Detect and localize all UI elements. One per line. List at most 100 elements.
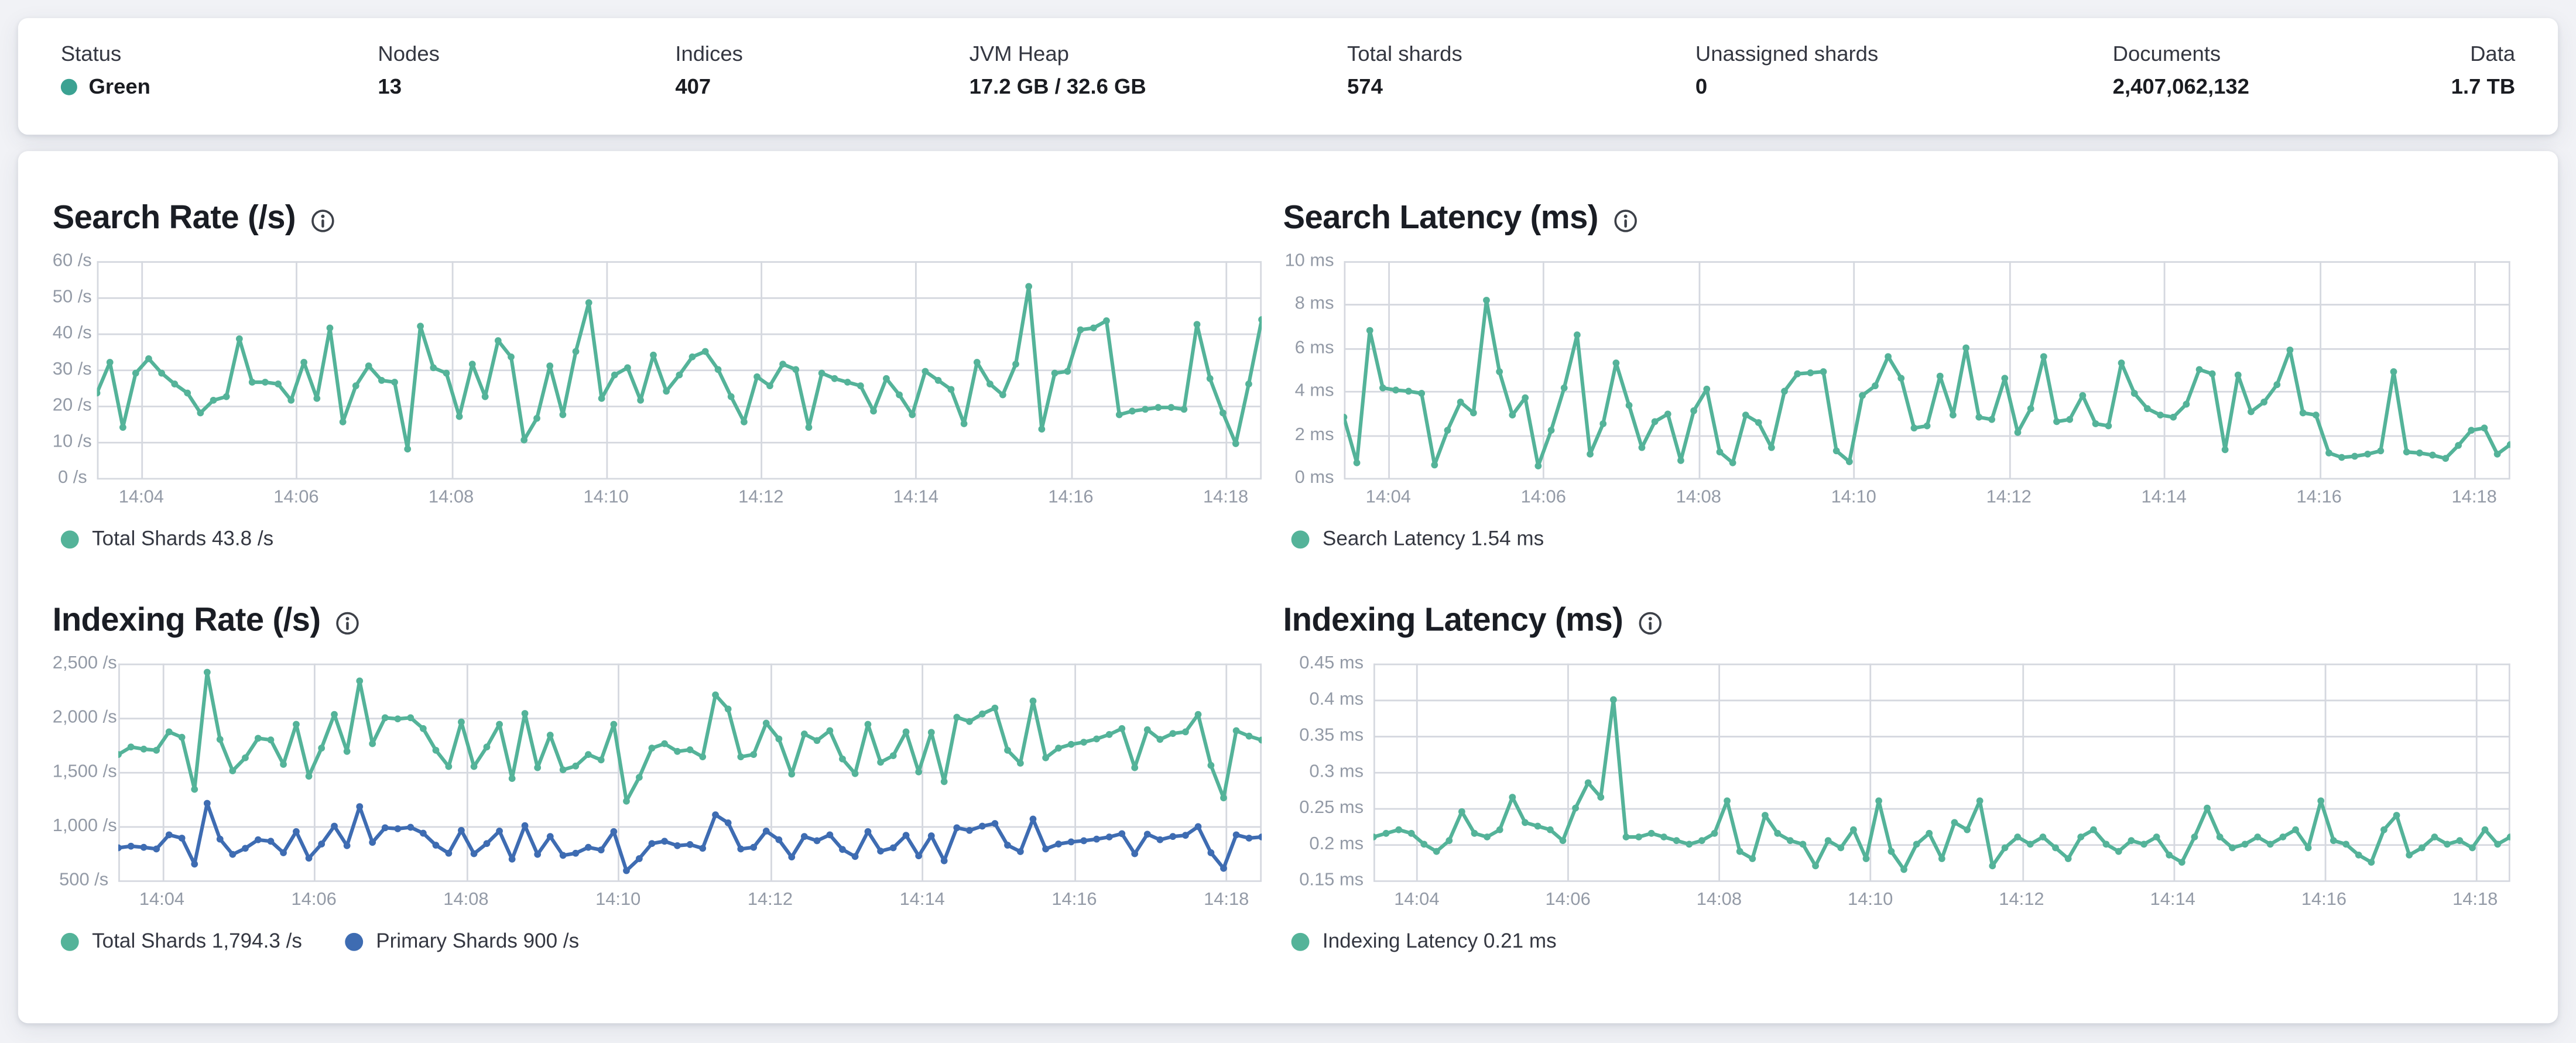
data-point (381, 714, 389, 722)
data-point (2468, 427, 2475, 434)
data-point (2014, 833, 2022, 840)
data-point (2195, 366, 2203, 373)
data-point (1711, 829, 1718, 837)
info-icon[interactable] (335, 610, 360, 634)
data-point (909, 411, 916, 418)
data-point (610, 828, 618, 835)
data-point (534, 764, 542, 771)
data-point (1379, 384, 1386, 392)
info-icon[interactable] (1638, 610, 1663, 634)
search-rate-plot[interactable] (97, 261, 1262, 480)
data-point (2105, 422, 2112, 430)
data-point (521, 710, 529, 717)
data-point (973, 359, 981, 366)
data-point (953, 824, 961, 832)
data-point (623, 797, 630, 805)
data-point (2066, 416, 2074, 423)
data-point (1051, 369, 1059, 377)
x-axis-tick-label: 14:10 (1848, 890, 1893, 910)
chart-legend: Total Shards 43.8 /s (60, 526, 273, 552)
data-point (483, 840, 491, 848)
data-point (2140, 840, 2147, 848)
data-point (1597, 794, 1605, 801)
data-point (1219, 409, 1227, 417)
data-point (287, 396, 295, 404)
data-point (584, 751, 592, 759)
x-axis-tick-label: 14:10 (1831, 488, 1876, 508)
indexing-latency-plot[interactable] (1373, 663, 2510, 882)
data-point (775, 735, 783, 743)
data-point (1180, 406, 1188, 413)
chart-header: Indexing Rate (/s) (53, 598, 360, 644)
data-point (356, 677, 364, 685)
data-point (1093, 735, 1100, 743)
data-point (686, 841, 694, 848)
data-point (2390, 368, 2397, 375)
data-point (889, 844, 897, 852)
data-point (508, 775, 516, 782)
data-point (2325, 450, 2332, 457)
indexing-rate-plot[interactable] (118, 663, 1262, 882)
data-point (2456, 837, 2464, 845)
data-point (1469, 409, 1477, 417)
data-point (818, 369, 825, 377)
data-point (2481, 826, 2489, 833)
data-point (1496, 368, 1503, 375)
data-point (280, 761, 287, 768)
data-point (1405, 387, 1412, 395)
chart-legend: Total Shards 1,794.3 /s Primary Shards 90… (60, 928, 579, 954)
data-point (661, 740, 668, 747)
data-point (2317, 797, 2325, 805)
data-point (699, 753, 707, 760)
y-axis-tick-label: 0.35 ms (1299, 726, 1364, 746)
data-point (1471, 829, 1478, 837)
data-point (2130, 390, 2138, 397)
data-point (1635, 833, 1642, 840)
data-point (1420, 840, 1428, 848)
data-point (635, 855, 643, 862)
stat-value: 0 (1695, 74, 1708, 99)
data-point (1572, 804, 1579, 812)
x-axis-tick-label: 14:04 (139, 890, 185, 910)
data-point (779, 361, 787, 368)
info-icon[interactable] (1613, 208, 1638, 232)
data-point (235, 335, 243, 342)
data-point (2092, 420, 2099, 427)
data-point (598, 394, 605, 402)
data-point (623, 867, 630, 874)
legend-dot (60, 932, 79, 951)
data-point (394, 715, 402, 723)
data-point (1458, 808, 1465, 815)
data-point (1534, 822, 1542, 830)
data-point (229, 767, 237, 774)
data-point (584, 843, 592, 851)
data-point (293, 828, 300, 835)
stat-value: 1.7 TB (2451, 74, 2516, 99)
data-point (2115, 848, 2122, 855)
data-point (2266, 840, 2274, 848)
stat-status: Status Green (60, 39, 150, 102)
stat-label: Total shards (1347, 41, 1462, 66)
search-latency-plot[interactable] (1344, 261, 2510, 480)
data-point (927, 729, 935, 736)
data-point (2221, 446, 2229, 454)
legend-dot (344, 932, 363, 951)
data-point (1392, 386, 1399, 394)
stat-indices: Indices 407 (675, 39, 743, 102)
data-point (305, 773, 313, 780)
info-icon[interactable] (310, 208, 335, 232)
data-point (624, 364, 631, 372)
data-point (483, 743, 491, 751)
data-point (2183, 400, 2190, 408)
data-point (674, 842, 681, 849)
data-point (1169, 833, 1177, 840)
data-point (724, 819, 732, 826)
y-axis-tick-label: 6 ms (1294, 338, 1334, 358)
data-point (877, 759, 884, 766)
data-point (792, 366, 800, 373)
x-axis-tick-label: 14:10 (595, 890, 641, 910)
data-point (145, 355, 152, 362)
data-point (132, 369, 139, 377)
data-point (572, 762, 580, 770)
y-axis-tick-label: 4 ms (1294, 381, 1334, 402)
